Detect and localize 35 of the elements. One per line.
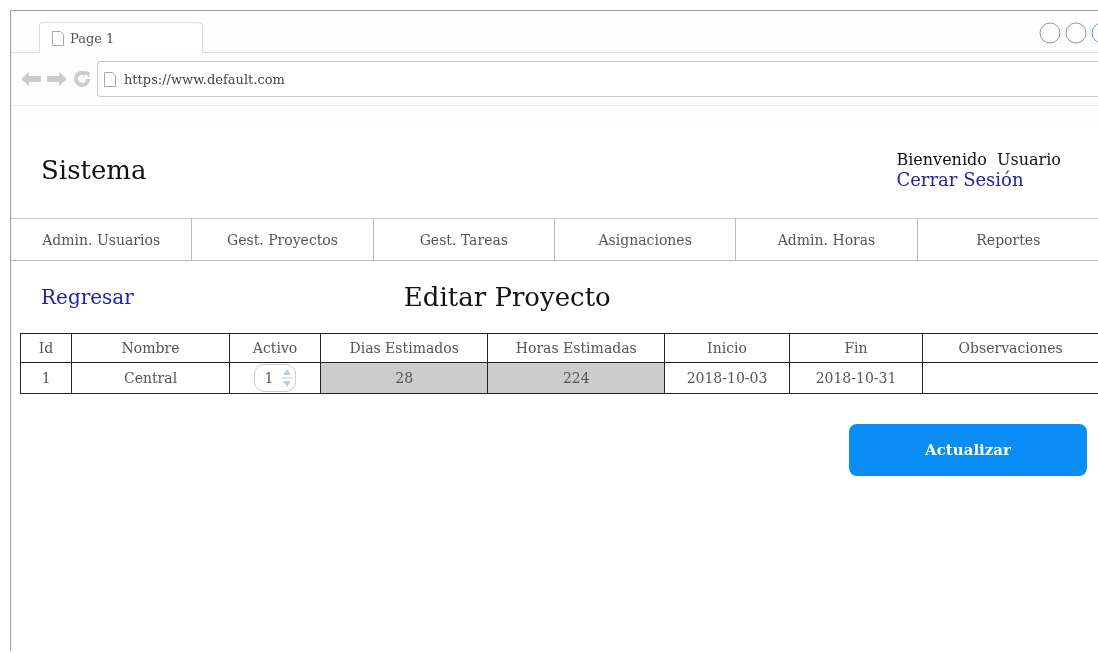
app-title: Sistema [41, 155, 147, 185]
page-title: Editar Proyecto [403, 282, 611, 312]
back-icon[interactable] [21, 71, 41, 87]
table-cell: 2018-10-31 [789, 362, 923, 394]
spinner-arrows-icon[interactable] [281, 367, 294, 389]
forward-icon[interactable] [47, 71, 67, 87]
page-icon [104, 71, 116, 87]
nav-item[interactable]: Gest. Proyectos [192, 219, 374, 260]
welcome-text: Bienvenido Usuario [896, 150, 1061, 169]
nav-item[interactable]: Reportes [917, 219, 1098, 260]
column-header: Observaciones [922, 333, 1098, 363]
column-header: Id [20, 333, 72, 363]
table-cell: 1 [20, 362, 72, 394]
logout-link[interactable]: Cerrar Sesión [896, 169, 1061, 190]
column-header: Inicio [664, 333, 790, 363]
table-cell: Central [71, 362, 230, 394]
number-spinner[interactable]: 1 [253, 364, 297, 392]
nav-item[interactable]: Asignaciones [555, 219, 737, 260]
back-link[interactable]: Regresar [41, 285, 134, 309]
address-bar[interactable]: https://www.default.com [97, 61, 1098, 97]
input-field[interactable] [922, 362, 1098, 394]
nav-item[interactable]: Admin. Horas [736, 219, 918, 260]
column-header: Fin [789, 333, 923, 363]
browser-tab[interactable]: Page 1 [39, 22, 203, 53]
column-header: Dias Estimados [320, 333, 488, 363]
column-header: Nombre [71, 333, 230, 363]
page-icon [52, 30, 64, 46]
nav-item[interactable]: Admin. Usuarios [11, 219, 193, 260]
readonly-cell: 28 [320, 362, 488, 394]
readonly-cell: 224 [487, 362, 665, 394]
table-cell: 2018-10-03 [664, 362, 790, 394]
column-header: Horas Estimadas [487, 333, 665, 363]
reload-icon[interactable] [73, 70, 91, 88]
nav-item[interactable]: Gest. Tareas [373, 219, 555, 260]
column-header: Activo [229, 333, 321, 363]
